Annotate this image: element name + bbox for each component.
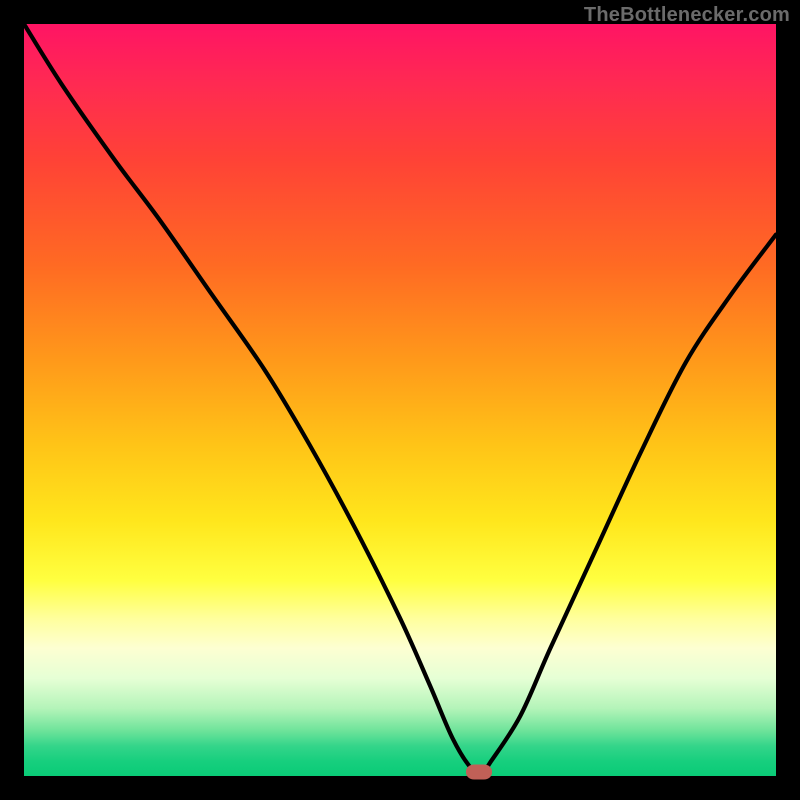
min-marker [466, 765, 492, 780]
chart-wrapper: TheBottlenecker.com [0, 0, 800, 800]
plot-frame [24, 24, 776, 776]
bottleneck-curve [24, 24, 776, 776]
watermark-text: TheBottlenecker.com [584, 4, 790, 27]
plot-area [24, 24, 776, 776]
